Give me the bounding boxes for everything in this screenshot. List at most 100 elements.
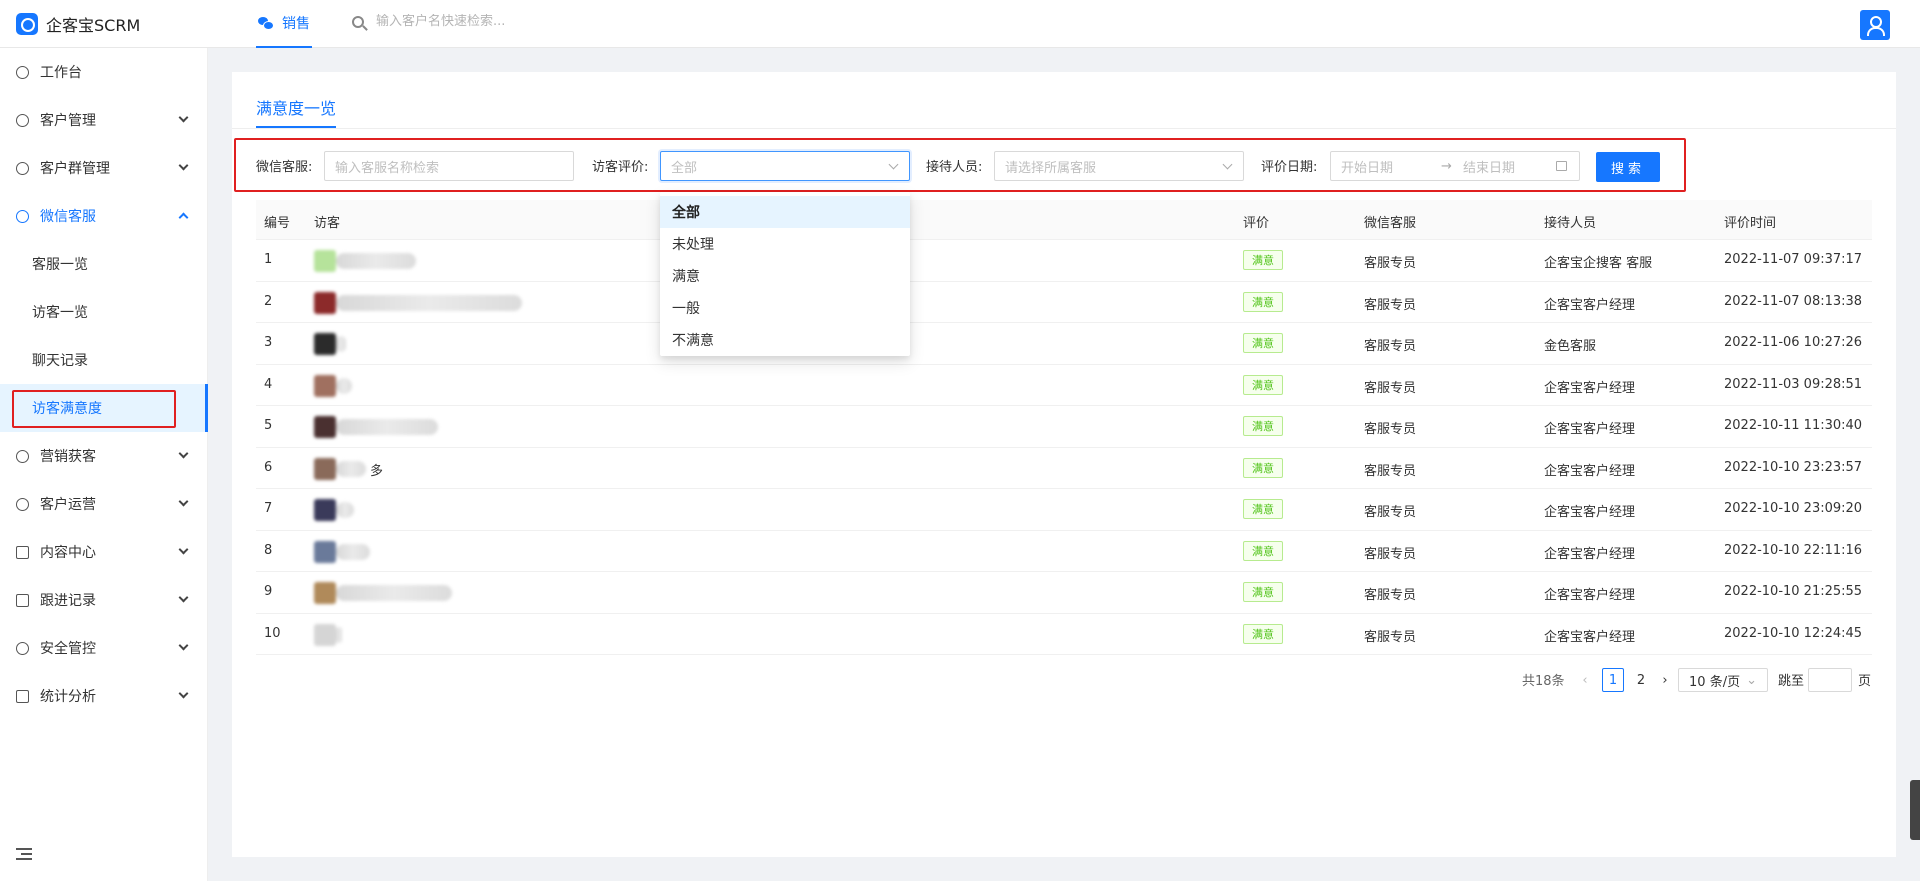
- rating-tag: 满意: [1243, 416, 1283, 436]
- cell-time: 2022-10-11 11:30:40: [1724, 418, 1863, 433]
- cell-id: 6: [264, 459, 273, 475]
- cell-time: 2022-10-10 21:25:55: [1724, 584, 1863, 599]
- visitor-blurred: [314, 623, 344, 646]
- collapse-sidebar-icon[interactable]: [16, 848, 32, 860]
- rating-option-all[interactable]: 全部: [660, 196, 910, 228]
- column-header-visitor: 访客: [314, 216, 341, 231]
- cell-id: 9: [264, 584, 273, 599]
- tab-sales[interactable]: 销售: [256, 0, 312, 48]
- visitor-blurred: [314, 374, 356, 397]
- sidebar-item-operations[interactable]: 客户运营: [0, 480, 208, 528]
- date-start[interactable]: 开始日期: [1341, 157, 1393, 176]
- cell-service: 客服专员: [1364, 422, 1417, 437]
- cell-service: 客服专员: [1364, 588, 1417, 603]
- wechat-service-icon: [16, 209, 29, 223]
- sidebar-subitem-visitor-list[interactable]: 访客一览: [0, 288, 208, 336]
- visitor-blurred: [314, 333, 350, 355]
- sidebar-subitem-label: 访客一览: [32, 305, 88, 321]
- search-icon: [352, 15, 364, 28]
- sidebar-subitem-label: 客服一览: [32, 257, 88, 273]
- chat-icon: [16, 497, 29, 511]
- cell-time: 2022-11-06 10:27:26: [1724, 335, 1863, 350]
- rating-option-pending[interactable]: 未处理: [660, 228, 910, 260]
- rating-tag: 满意: [1243, 374, 1283, 395]
- chevron-down-icon: [178, 640, 189, 651]
- wechat-icon: [258, 17, 274, 30]
- rating-select-value: 全部: [671, 160, 698, 176]
- cell-id: 2: [264, 293, 273, 309]
- global-search[interactable]: [352, 14, 636, 29]
- rating-option-average[interactable]: 一般: [660, 292, 910, 324]
- sidebar-subitem-service-list[interactable]: 客服一览: [0, 240, 208, 288]
- page-suffix: 页: [1858, 674, 1872, 689]
- chevron-down-icon: [178, 448, 189, 459]
- chevron-down-icon: [178, 160, 189, 171]
- rating-option-dissatisfied[interactable]: 不满意: [660, 324, 910, 356]
- date-filter-label: 评价日期:: [1261, 160, 1318, 175]
- cell-time: 2022-10-10 23:23:57: [1724, 459, 1863, 475]
- logo-icon: [16, 13, 38, 35]
- table-row: 9 满意 客服专员 企客宝客户经理 2022-10-10 21:25:55: [256, 572, 1872, 614]
- bulb-icon: [16, 449, 29, 463]
- column-header-time: 评价时间: [1724, 216, 1777, 231]
- pagination-prev-icon[interactable]: ‹: [1578, 668, 1592, 692]
- side-drawer-handle[interactable]: [1910, 780, 1920, 840]
- page-size-select[interactable]: 10 条/页 ⌄: [1678, 668, 1768, 692]
- sidebar-item-content[interactable]: 内容中心: [0, 528, 208, 576]
- chevron-down-icon: ⌄: [1746, 672, 1757, 688]
- cell-time: 2022-10-10 22:11:16: [1724, 542, 1863, 558]
- sidebar-item-wechat-service[interactable]: 微信客服: [0, 192, 208, 240]
- cell-staff: 企客宝客户经理: [1544, 297, 1636, 313]
- table-row: 6 多 满意 客服专员 企客宝客户经理 2022-10-10 23:23:57: [256, 448, 1872, 489]
- table-row: 4 满意 客服专员 企客宝客户经理 2022-11-03 09:28:51: [256, 365, 1872, 406]
- sidebar-item-analytics[interactable]: 统计分析: [0, 672, 208, 720]
- sidebar-item-label: 跟进记录: [40, 593, 96, 609]
- pagination-next-icon[interactable]: ›: [1658, 668, 1672, 692]
- pagination-page-2[interactable]: 2: [1630, 668, 1652, 692]
- rating-select[interactable]: 全部: [660, 151, 910, 181]
- date-range-picker[interactable]: 开始日期 → 结束日期: [1330, 151, 1580, 181]
- jump-page-input[interactable]: [1808, 668, 1852, 692]
- user-avatar-button[interactable]: [1860, 10, 1890, 40]
- rating-tag: 满意: [1243, 250, 1283, 270]
- rating-dropdown: 全部 未处理 满意 一般 不满意: [660, 192, 910, 356]
- cell-service: 客服专员: [1364, 629, 1417, 645]
- sidebar-item-marketing[interactable]: 营销获客: [0, 432, 208, 480]
- staff-select[interactable]: 请选择所属客服: [994, 151, 1244, 181]
- chevron-down-icon: [178, 496, 189, 507]
- date-end[interactable]: 结束日期: [1463, 157, 1515, 176]
- sidebar-item-dashboard[interactable]: 工作台: [0, 48, 208, 96]
- tab-satisfaction-overview[interactable]: 满意度一览: [256, 88, 337, 128]
- cell-id: 1: [264, 252, 273, 267]
- cell-time: 2022-10-10 12:24:45: [1724, 625, 1863, 641]
- jump-label: 跳至: [1778, 674, 1805, 689]
- sidebar-item-group-chats[interactable]: 客户群管理: [0, 144, 208, 192]
- cell-staff: 企客宝客户经理: [1544, 546, 1636, 562]
- cell-service: 客服专员: [1364, 505, 1417, 520]
- sidebar-item-customers[interactable]: 客户管理: [0, 96, 208, 144]
- pagination-total: 共18条: [1522, 674, 1565, 689]
- sidebar-item-follow-up[interactable]: 跟进记录: [0, 576, 208, 624]
- sidebar-item-label: 客户运营: [40, 497, 96, 513]
- sidebar-item-label: 微信客服: [40, 209, 96, 225]
- global-search-input[interactable]: [376, 14, 636, 29]
- group-chat-icon: [16, 161, 29, 175]
- sidebar-item-label: 工作台: [40, 65, 82, 81]
- content-icon: [16, 545, 29, 559]
- sidebar-item-security[interactable]: 安全管控: [0, 624, 208, 672]
- sidebar-subitem-chat-records[interactable]: 聊天记录: [0, 336, 208, 384]
- search-button[interactable]: 搜索: [1596, 152, 1660, 182]
- staff-select-placeholder: 请选择所属客服: [1005, 160, 1097, 176]
- cell-staff: 企客宝企搜客 客服: [1544, 256, 1653, 271]
- rating-tag: 满意: [1243, 623, 1283, 644]
- rating-option-satisfied[interactable]: 满意: [660, 260, 910, 292]
- rating-tag: 满意: [1243, 499, 1283, 519]
- top-bar: 企客宝SCRM 销售: [0, 0, 1920, 48]
- chevron-down-icon: [178, 544, 189, 555]
- logo-text: 企客宝SCRM: [46, 16, 141, 35]
- column-header-rating: 评价: [1243, 216, 1270, 231]
- pagination-page-1[interactable]: 1: [1602, 668, 1624, 692]
- sidebar-subitem-label: 聊天记录: [32, 353, 88, 369]
- app-logo[interactable]: 企客宝SCRM: [16, 12, 140, 36]
- wechat-service-input[interactable]: 输入客服名称检索: [324, 151, 574, 181]
